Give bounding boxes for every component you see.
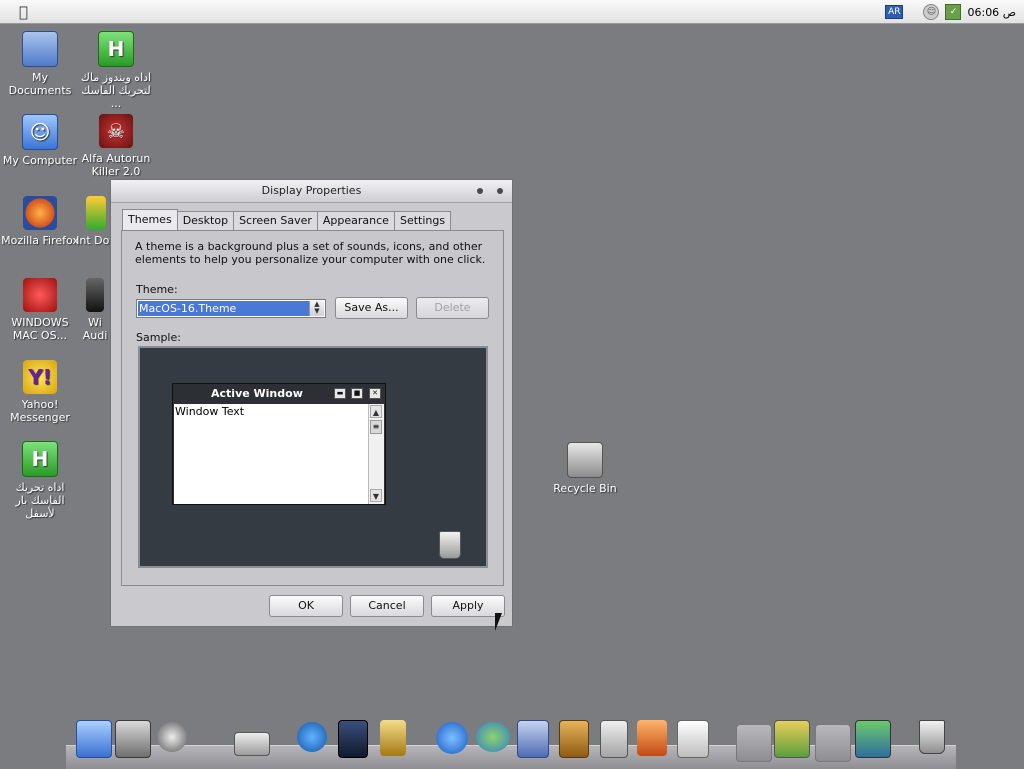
h-app-icon: H (98, 31, 134, 67)
download-icon (86, 196, 106, 230)
theme-select[interactable]: MacOS-16.Theme ▲ ▼ (136, 299, 326, 318)
sample-active-window: Active Window ▬ ■ ✕ Window Text ▲ ≡ ▼ (172, 383, 386, 505)
desktop-icon-label: Wi Audi (82, 316, 108, 342)
msn-messenger-icon[interactable] (476, 722, 510, 752)
menu-bar:  AR ☺ ✓ 06:06 ص (0, 0, 1024, 24)
desktop-icon-label: WINDOWS MAC OS... (11, 316, 69, 342)
downloads-icon[interactable] (855, 720, 891, 758)
network-icon[interactable]: ✓ (945, 4, 962, 20)
close-icon: ✕ (369, 388, 381, 399)
desktop-icon-my-computer[interactable]: ☺ My Computer (0, 114, 80, 167)
desktop-icon-label: Recycle Bin (553, 482, 617, 495)
close-button[interactable] (497, 188, 503, 194)
desktop-icon-autorun-killer[interactable]: ☠ Alfa Autorun Killer 2.0 (76, 114, 156, 178)
desktop-icon-dock-move-tool[interactable]: H اداه تحريك الفاسك بار لأسفل (0, 441, 80, 520)
audio-icon (86, 278, 104, 312)
delete-button[interactable]: Delete (416, 297, 489, 319)
sample-window-body: Window Text ▲ ≡ ▼ (174, 404, 384, 504)
applications-icon[interactable] (637, 720, 667, 756)
trash-icon[interactable] (919, 720, 945, 754)
firefox-icon (23, 196, 57, 230)
video-icon[interactable] (338, 720, 368, 758)
yahoo-messenger-icon: Y! (23, 360, 57, 394)
desktop-icon-yahoo-messenger[interactable]: Y! Yahoo! Messenger (0, 360, 80, 424)
desktop-icon-label: اداه ويندوز ماك لتحريك الفاسك ... (80, 71, 152, 110)
desktop-icon-label: اداه تحريك الفاسك بار لأسفل (15, 481, 65, 520)
winamp-icon[interactable] (380, 720, 406, 756)
desktop-icon-recycle-bin[interactable]: Recycle Bin (545, 442, 625, 495)
display-properties-window: Display Properties Themes Desktop Screen… (110, 179, 513, 627)
desktop-icon-my-documents[interactable]: My Documents (0, 31, 80, 97)
text-editor-icon[interactable] (677, 720, 709, 758)
maximize-icon: ■ (351, 388, 363, 399)
media-player-icon[interactable] (297, 722, 327, 752)
power-icon[interactable] (157, 722, 187, 752)
themes-panel: A theme is a background plus a set of so… (121, 230, 504, 586)
desktop-icon-label: My Documents (8, 71, 72, 97)
internet-explorer-icon[interactable] (436, 722, 468, 754)
tab-screen-saver[interactable]: Screen Saver (233, 211, 318, 230)
desktop-icon-label: Yahoo! Messenger (10, 398, 70, 424)
tab-themes[interactable]: Themes (122, 209, 178, 230)
h-app-icon: H (22, 441, 58, 477)
sample-label: Sample: (136, 331, 181, 344)
tab-strip: Themes Desktop Screen Saver Appearance S… (122, 209, 452, 230)
ok-button[interactable]: OK (269, 595, 343, 617)
desktop-icon-windows-mac-os[interactable]: WINDOWS MAC OS... (0, 278, 80, 342)
mail-icon[interactable] (517, 720, 549, 758)
finder-icon[interactable] (76, 720, 112, 758)
desktop-icon-mac-move-tool[interactable]: H اداه ويندوز ماك لتحريك الفاسك ... (76, 31, 156, 110)
tab-settings[interactable]: Settings (393, 211, 452, 230)
window-title: Display Properties (261, 184, 362, 197)
desktop-icon-label: My Computer (2, 154, 78, 167)
apple-menu-icon[interactable]:  (19, 3, 28, 21)
stack-icon[interactable] (815, 724, 851, 762)
tab-appearance[interactable]: Appearance (316, 211, 395, 230)
system-tray: AR ☺ ✓ 06:06 ص (885, 4, 1016, 20)
address-book-icon[interactable] (559, 720, 589, 758)
theme-sample-preview: Active Window ▬ ■ ✕ Window Text ▲ ≡ ▼ (138, 346, 488, 568)
folder-documents-icon (22, 31, 58, 67)
sample-recycle-bin-icon (439, 531, 461, 559)
language-indicator[interactable]: AR (885, 5, 904, 19)
drive-icon[interactable] (234, 732, 270, 756)
sample-window-title: Active Window (211, 387, 303, 400)
mouse-pointer-icon (495, 613, 502, 631)
virus-killer-icon: ☠ (99, 114, 133, 148)
recycle-bin-icon (567, 442, 603, 478)
sample-scrollbar: ▲ ≡ ▼ (368, 404, 384, 504)
colors-icon[interactable] (774, 720, 810, 758)
minimize-icon: ▬ (334, 388, 346, 399)
theme-label: Theme: (136, 283, 178, 296)
mac-finder-icon: ☺ (22, 114, 58, 150)
save-as-button[interactable]: Save As... (335, 297, 408, 319)
window-titlebar[interactable]: Display Properties (111, 180, 512, 203)
system-preferences-icon[interactable] (115, 720, 151, 758)
desktop-icon-firefox[interactable]: Mozilla Firefox (0, 196, 80, 247)
desktop-icon-audio[interactable]: Wi Audi (78, 278, 112, 342)
theme-select-value: MacOS-16.Theme (138, 301, 309, 316)
cancel-button[interactable]: Cancel (350, 595, 424, 617)
desktop-icon-label: Alfa Autorun Killer 2.0 (81, 152, 151, 178)
chevron-updown-icon[interactable]: ▲ ▼ (309, 301, 324, 316)
tab-desktop[interactable]: Desktop (176, 211, 235, 230)
scroll-thumb: ≡ (370, 420, 382, 434)
status-icon[interactable]: ☺ (923, 4, 940, 20)
apply-button[interactable]: Apply (431, 595, 505, 617)
calculator-icon[interactable] (600, 720, 628, 758)
stack-icon[interactable] (736, 724, 772, 762)
clock[interactable]: 06:06 ص (967, 6, 1016, 19)
minimize-button[interactable] (477, 188, 483, 194)
desktop-icon-label: Mozilla Firefox (1, 234, 79, 247)
sample-window-text: Window Text (175, 405, 245, 418)
theme-description: A theme is a background plus a set of so… (135, 240, 486, 266)
scroll-up-icon: ▲ (370, 405, 382, 418)
virus-icon (23, 278, 57, 312)
scroll-down-icon: ▼ (370, 489, 382, 502)
